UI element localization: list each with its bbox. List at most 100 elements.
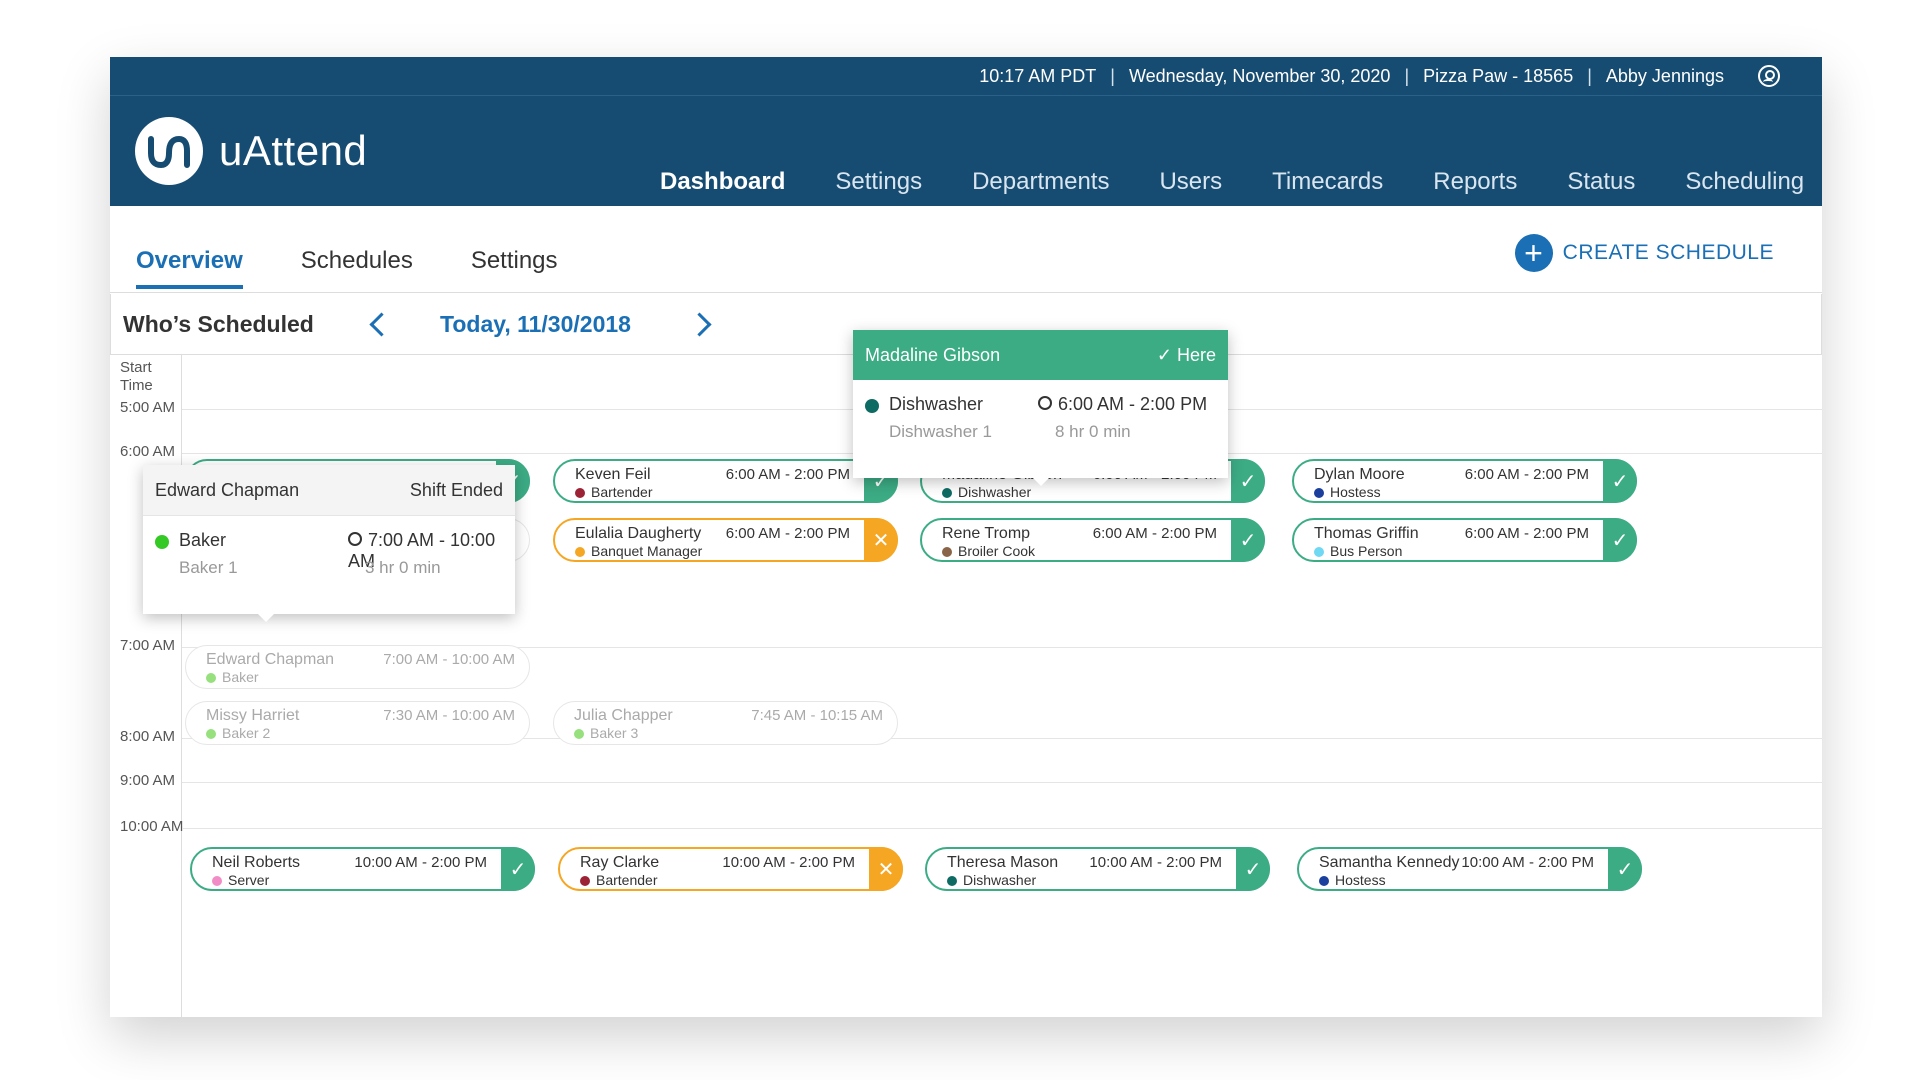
role-color-dot — [206, 729, 216, 739]
shift-card[interactable]: Neil Roberts 10:00 AM - 2:00 PM Server ✓ — [190, 847, 535, 891]
employee-role: Bartender — [591, 484, 653, 500]
employee-name: Rene Tromp — [942, 525, 1031, 542]
user-name[interactable]: Abby Jennings — [1606, 66, 1724, 87]
shift-time: 10:00 AM - 2:00 PM — [722, 854, 855, 871]
role-color-dot — [1314, 547, 1324, 557]
popup-arrow — [1033, 478, 1049, 486]
popup-header: Madaline Gibson ✓ Here — [853, 330, 1228, 380]
tab-settings[interactable]: Settings — [471, 247, 558, 275]
checkmark-icon: ✓ — [1231, 518, 1265, 562]
location-name[interactable]: Pizza Paw - 18565 — [1423, 66, 1573, 87]
create-schedule-label: CREATE SCHEDULE — [1562, 241, 1774, 264]
nav-item-settings[interactable]: Settings — [835, 168, 922, 196]
main-navbar: uAttend Dashboard Settings Departments User… — [110, 95, 1822, 206]
alert-x-icon: ✕ — [869, 847, 903, 891]
time-label: 8:00 AM — [120, 728, 176, 745]
popup-arrow — [258, 614, 274, 622]
time-gridline — [182, 828, 1822, 829]
separator: | — [1110, 65, 1115, 86]
shift-card[interactable]: Rene Tromp 6:00 AM - 2:00 PM Broiler Cook ✓ — [920, 518, 1265, 562]
nav-item-status[interactable]: Status — [1567, 168, 1635, 196]
employee-role: Bus Person — [1330, 543, 1403, 559]
checkmark-icon: ✓ — [1231, 459, 1265, 503]
separator: | — [1404, 65, 1410, 86]
nav-item-reports[interactable]: Reports — [1433, 168, 1517, 196]
employee-role: Hostess — [1330, 484, 1381, 500]
popup-header: Edward Chapman Shift Ended — [143, 465, 515, 516]
employee-role: Dishwasher — [963, 872, 1037, 888]
tab-schedules[interactable]: Schedules — [301, 247, 413, 275]
shift-card[interactable]: Julia Chapper 7:45 AM - 10:15 AM Baker 3 — [553, 701, 898, 745]
popup-role: Baker — [179, 530, 227, 550]
shift-time: 7:45 AM - 10:15 AM — [751, 707, 883, 724]
chevron-right-icon[interactable] — [687, 312, 712, 337]
time-label: 9:00 AM — [120, 772, 176, 789]
time-gridline — [182, 782, 1822, 783]
shift-card[interactable]: Ray Clarke 10:00 AM - 2:00 PM Bartender ✕ — [558, 847, 903, 891]
shift-card[interactable]: Keven Feil 6:00 AM - 2:00 PM Bartender ✓ — [553, 459, 898, 503]
shift-card[interactable]: Edward Chapman 7:00 AM - 10:00 AM Baker — [185, 645, 530, 689]
role-color-dot — [155, 535, 169, 549]
nav-item-users[interactable]: Users — [1159, 168, 1222, 196]
role-color-dot — [575, 488, 585, 498]
primary-nav: Dashboard Settings Departments Users Timecar… — [660, 168, 1804, 196]
checkmark-icon: ✓ — [501, 847, 535, 891]
shift-time: 6:00 AM - 2:00 PM — [1092, 525, 1217, 542]
checkmark-icon: ✓ — [1236, 847, 1270, 891]
popup-duration: 8 hr 0 min — [1055, 422, 1131, 441]
time-label: 10:00 AM — [120, 818, 184, 835]
employee-name: Eulalia Daugherty — [575, 525, 702, 542]
employee-name: Ray Clarke — [580, 854, 660, 871]
nav-item-departments[interactable]: Departments — [972, 168, 1109, 196]
chevron-left-icon[interactable] — [369, 312, 394, 337]
nav-item-dashboard[interactable]: Dashboard — [660, 168, 785, 196]
current-date: Wednesday, November 30, 2020 — [1128, 65, 1391, 86]
employee-name: Dylan Moore — [1314, 466, 1405, 483]
user-account-icon[interactable] — [1758, 65, 1780, 87]
popup-duration: 3 hr 0 min — [365, 558, 441, 577]
time-label: 6:00 AM — [120, 443, 176, 460]
plus-icon: + — [1514, 234, 1553, 272]
time-column-divider — [181, 355, 182, 1017]
shift-time: 10:00 AM - 2:00 PM — [1461, 854, 1594, 871]
clock-icon — [1038, 396, 1052, 411]
shift-card[interactable]: Samantha Kennedy 10:00 AM - 2:00 PM Hostes… — [1297, 847, 1642, 891]
shift-card[interactable]: Eulalia Daugherty 6:00 AM - 2:00 PM Banque… — [553, 518, 898, 562]
employee-name: Missy Harriet — [206, 707, 300, 724]
employee-name: Julia Chapper — [574, 707, 673, 724]
popup-role: Dishwasher — [889, 394, 984, 414]
nav-item-timecards[interactable]: Timecards — [1272, 168, 1383, 196]
employee-name: Thomas Griffin — [1314, 525, 1419, 542]
checkmark-icon: ✓ — [1603, 518, 1637, 562]
date-navigator: Today, 11/30/2018 — [369, 311, 712, 338]
shift-time: 10:00 AM - 2:00 PM — [1089, 854, 1222, 871]
employee-role: Server — [228, 872, 270, 888]
shift-time: 6:00 AM - 2:00 PM — [725, 525, 850, 542]
popup-status: Shift Ended — [409, 479, 503, 500]
create-schedule-button[interactable]: + CREATE SCHEDULE — [1514, 234, 1774, 272]
brand-logo[interactable]: uAttend — [135, 117, 367, 185]
nav-item-scheduling[interactable]: Scheduling — [1685, 168, 1804, 196]
shift-card[interactable]: Dylan Moore 6:00 AM - 2:00 PM Hostess ✓ — [1292, 459, 1637, 503]
employee-role: Baker — [222, 669, 259, 685]
employee-name: Keven Feil — [575, 466, 651, 483]
shift-card[interactable]: Thomas Griffin 6:00 AM - 2:00 PM Bus Perso… — [1292, 518, 1637, 562]
shift-time: 6:00 AM - 2:00 PM — [1464, 466, 1589, 483]
section-title: Who’s Scheduled — [123, 311, 314, 337]
app-window: 10:17 AM PDT | Wednesday, November 30, 2… — [110, 57, 1822, 1017]
separator: | — [1587, 65, 1592, 86]
popup-subrole: Baker 1 — [179, 558, 238, 577]
employee-role: Baker 3 — [590, 725, 639, 741]
divider — [110, 292, 1822, 293]
shift-card[interactable]: Theresa Mason 10:00 AM - 2:00 PM Dishwashe… — [925, 847, 1270, 891]
tab-overview[interactable]: Overview — [136, 247, 243, 289]
popup-status-label: Here — [1176, 344, 1216, 365]
shift-card[interactable]: Missy Harriet 7:30 AM - 10:00 AM Baker 2 — [185, 701, 530, 745]
popup-subrole: Dishwasher 1 — [889, 422, 992, 441]
top-bar: 10:17 AM PDT | Wednesday, November 30, 2… — [110, 57, 1822, 95]
popup-body: Dishwasher Dishwasher 1 6:00 AM - 2:00 P… — [853, 380, 1228, 478]
start-time-header: Start Time — [120, 359, 153, 394]
shift-time: 6:00 AM - 2:00 PM — [725, 466, 850, 483]
sub-tabs: Overview Schedules Settings — [136, 247, 558, 289]
popup-time-value: 6:00 AM - 2:00 PM — [1058, 394, 1208, 414]
